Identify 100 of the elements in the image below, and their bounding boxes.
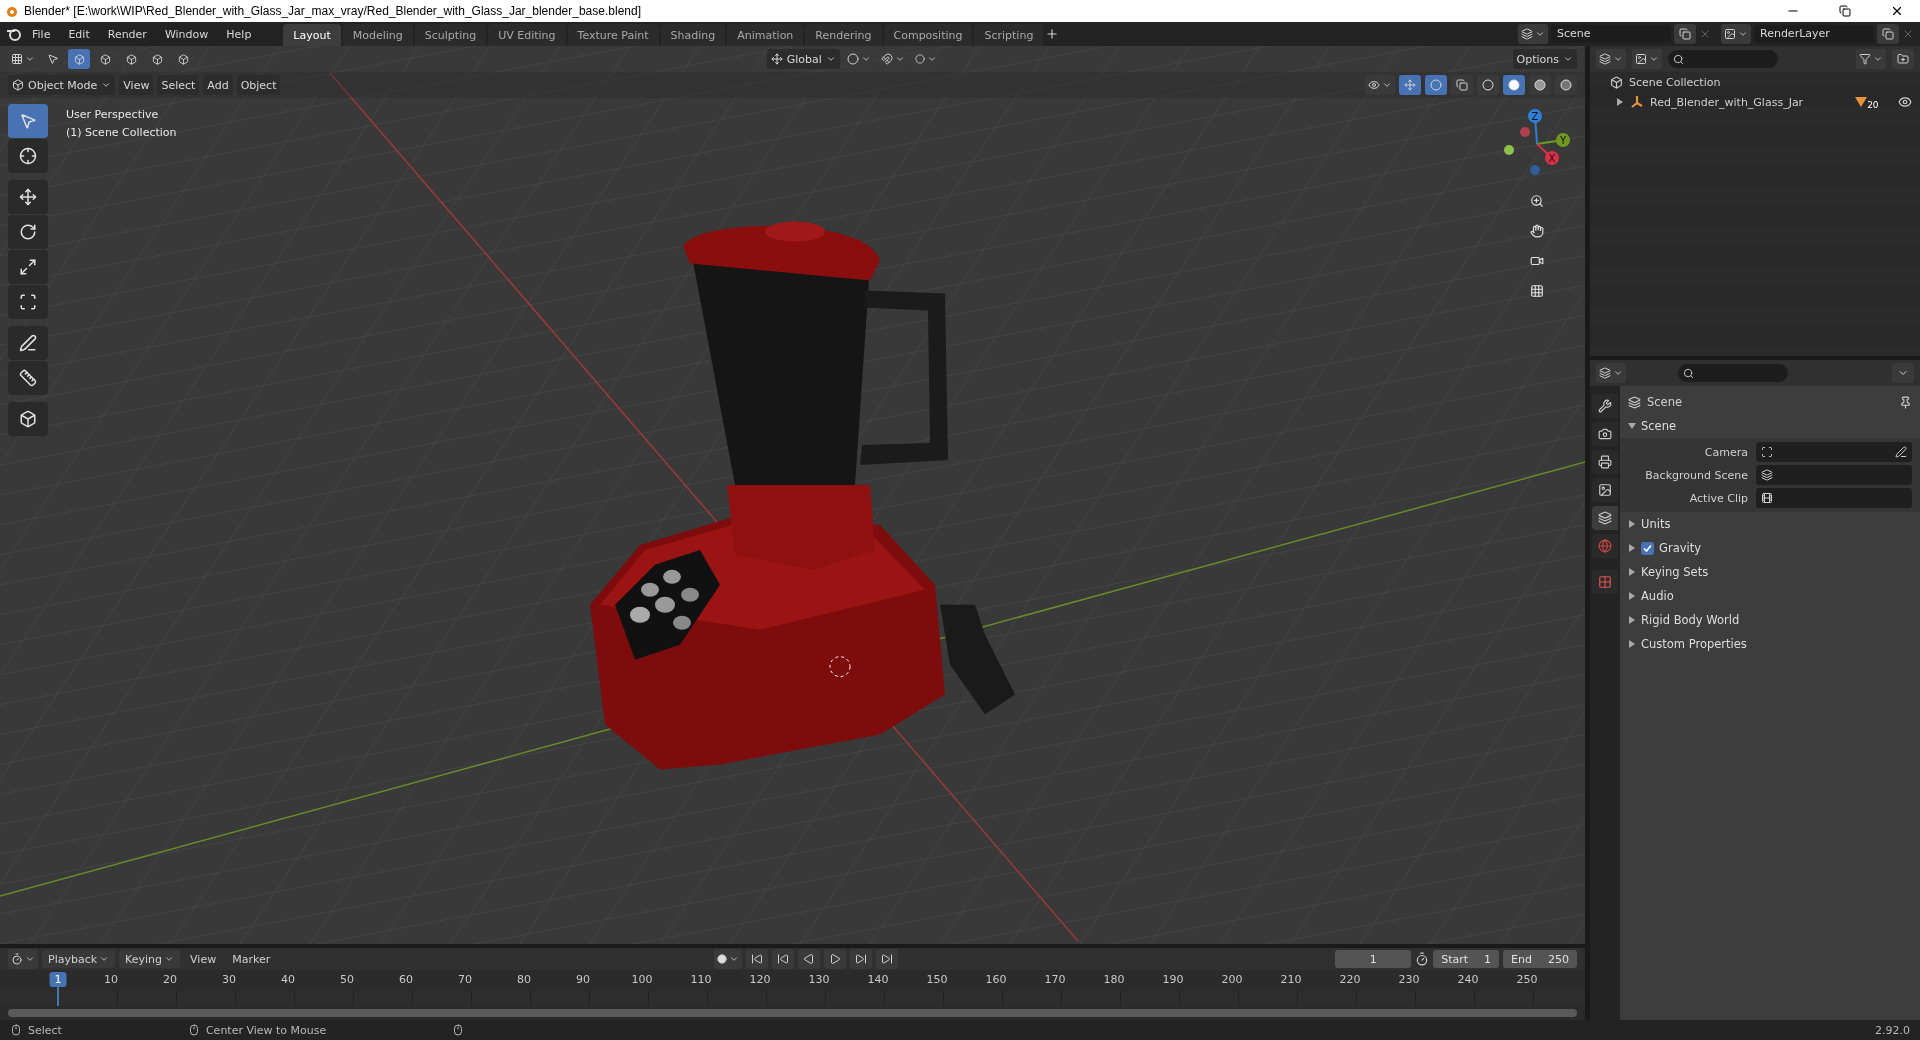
- new-view-layer-button[interactable]: [1877, 24, 1899, 44]
- search-field[interactable]: [1678, 364, 1788, 382]
- jump-start-button[interactable]: [745, 949, 768, 969]
- viewport-info-text: (1) Scene Collection: [66, 126, 177, 139]
- visibility-button[interactable]: [1365, 75, 1395, 95]
- pin-icon[interactable]: [1899, 395, 1912, 409]
- menu-item[interactable]: Help: [218, 25, 260, 43]
- checkbox[interactable]: [1641, 541, 1654, 555]
- record-button[interactable]: [713, 949, 742, 969]
- shading-button[interactable]: [1477, 75, 1499, 95]
- options-dropdown[interactable]: Options: [1512, 49, 1577, 69]
- next-key-button[interactable]: [849, 949, 872, 969]
- display-mode-button[interactable]: [1632, 49, 1662, 69]
- end-frame-field[interactable]: End 250: [1503, 950, 1577, 968]
- reverse-play-button[interactable]: [797, 949, 820, 969]
- expand-arrow-icon[interactable]: [1628, 520, 1636, 528]
- viewport-menu[interactable]: Object: [236, 75, 281, 95]
- tool-button[interactable]: [8, 285, 48, 319]
- navigation-gizmo[interactable]: Z Y X: [1497, 104, 1577, 184]
- blender-logo-icon[interactable]: [6, 26, 22, 42]
- properties-tab[interactable]: [1592, 506, 1618, 530]
- workspace-tab[interactable]: Layout: [283, 24, 341, 46]
- timeline-menu[interactable]: Playback: [42, 950, 116, 968]
- editor-type-button[interactable]: [1596, 49, 1626, 69]
- workspace-tab[interactable]: Modeling: [342, 24, 413, 46]
- tool-button[interactable]: [8, 402, 48, 436]
- menu-item[interactable]: File: [24, 25, 59, 43]
- axis-handle[interactable]: [1530, 165, 1540, 175]
- menu-item[interactable]: Window: [156, 25, 217, 43]
- expand-arrow-icon[interactable]: [1628, 568, 1636, 576]
- expand-arrow-icon[interactable]: [1628, 592, 1636, 600]
- shading-button[interactable]: [1555, 75, 1577, 95]
- jump-end-button[interactable]: [875, 949, 898, 969]
- editor-type-button[interactable]: [8, 949, 38, 969]
- shading-button[interactable]: [1529, 75, 1551, 95]
- workspace-tab[interactable]: Sculpting: [414, 24, 487, 46]
- scene-menu-button[interactable]: [1518, 24, 1548, 44]
- workspace-tab[interactable]: Rendering: [805, 24, 882, 46]
- viewport-menu[interactable]: View: [119, 75, 154, 95]
- tool-button[interactable]: [8, 215, 48, 249]
- menu-item[interactable]: Edit: [60, 25, 98, 43]
- filter-button[interactable]: [1856, 49, 1886, 69]
- tool-button[interactable]: [8, 180, 48, 214]
- scrollbar[interactable]: [8, 1009, 1577, 1017]
- scene-field[interactable]: Scene: [1551, 25, 1671, 43]
- view-layer-menu-button[interactable]: [1721, 24, 1751, 44]
- workspace-tab[interactable]: Animation: [727, 24, 804, 46]
- expand-arrow-icon[interactable]: [1628, 616, 1636, 624]
- search-field[interactable]: [1668, 50, 1778, 68]
- play-button[interactable]: [823, 949, 846, 969]
- close-icon[interactable]: [1699, 28, 1711, 40]
- select-mode-button[interactable]: [68, 49, 90, 69]
- shading-button[interactable]: [1503, 75, 1525, 95]
- eye-icon[interactable]: [1898, 95, 1912, 109]
- outliner-item[interactable]: Scene Collection: [1629, 75, 1721, 89]
- mode-dropdown[interactable]: Object Mode: [8, 75, 116, 95]
- properties-tab[interactable]: [1592, 394, 1618, 418]
- workspace-tab[interactable]: Texture Paint: [567, 24, 659, 46]
- tool-button[interactable]: [8, 250, 48, 284]
- add-icon[interactable]: [1045, 27, 1060, 41]
- close-icon[interactable]: [1902, 28, 1914, 40]
- workspace-tab[interactable]: Shading: [660, 24, 726, 46]
- workspace-tab[interactable]: UV Editing: [488, 24, 566, 46]
- datablock-field[interactable]: [1756, 442, 1912, 462]
- menu-item[interactable]: Render: [99, 25, 155, 43]
- workspace-tab[interactable]: Compositing: [883, 24, 973, 46]
- timeline-menu[interactable]: Marker: [226, 952, 277, 966]
- tool-button[interactable]: [8, 326, 48, 360]
- start-frame-field[interactable]: Start 1: [1433, 950, 1500, 968]
- editor-type-button[interactable]: [1596, 363, 1626, 383]
- new-collection-button[interactable]: [1892, 49, 1914, 69]
- view-layer-field[interactable]: RenderLayer: [1754, 25, 1874, 43]
- properties-tab[interactable]: [1592, 450, 1618, 474]
- viewport-menu[interactable]: Select: [157, 75, 200, 95]
- datablock-field[interactable]: [1756, 465, 1912, 485]
- options-button[interactable]: [1892, 363, 1914, 383]
- prev-key-button[interactable]: [771, 949, 794, 969]
- viewport-menu[interactable]: Add: [203, 75, 233, 95]
- frame-number: 40: [280, 972, 296, 987]
- current-frame-field[interactable]: 1: [1335, 950, 1412, 968]
- gizmo-button[interactable]: [1399, 75, 1421, 95]
- tool-button[interactable]: [8, 361, 48, 395]
- expand-arrow-icon[interactable]: [1628, 422, 1636, 430]
- tool-button[interactable]: [8, 139, 48, 173]
- datablock-field[interactable]: [1756, 488, 1912, 508]
- properties-tab[interactable]: [1592, 478, 1618, 502]
- eyedropper-icon[interactable]: [1895, 446, 1907, 458]
- new-scene-button[interactable]: [1674, 24, 1696, 44]
- xray-button[interactable]: [1451, 75, 1473, 95]
- workspace-tab[interactable]: Scripting: [974, 24, 1044, 46]
- properties-tab[interactable]: [1592, 422, 1618, 446]
- orientation-dropdown[interactable]: Global: [766, 49, 840, 69]
- overlay-button[interactable]: [1425, 75, 1447, 95]
- timeline-menu[interactable]: Keying: [119, 950, 181, 968]
- expand-arrow-icon[interactable]: [1628, 640, 1636, 648]
- outliner-item[interactable]: Red_Blender_with_Glass_Jar: [1650, 95, 1804, 109]
- stopwatch-icon[interactable]: [1415, 952, 1430, 966]
- timeline-menu[interactable]: View: [184, 952, 223, 966]
- expand-arrow-icon[interactable]: [1616, 98, 1624, 106]
- expand-arrow-icon[interactable]: [1628, 544, 1636, 552]
